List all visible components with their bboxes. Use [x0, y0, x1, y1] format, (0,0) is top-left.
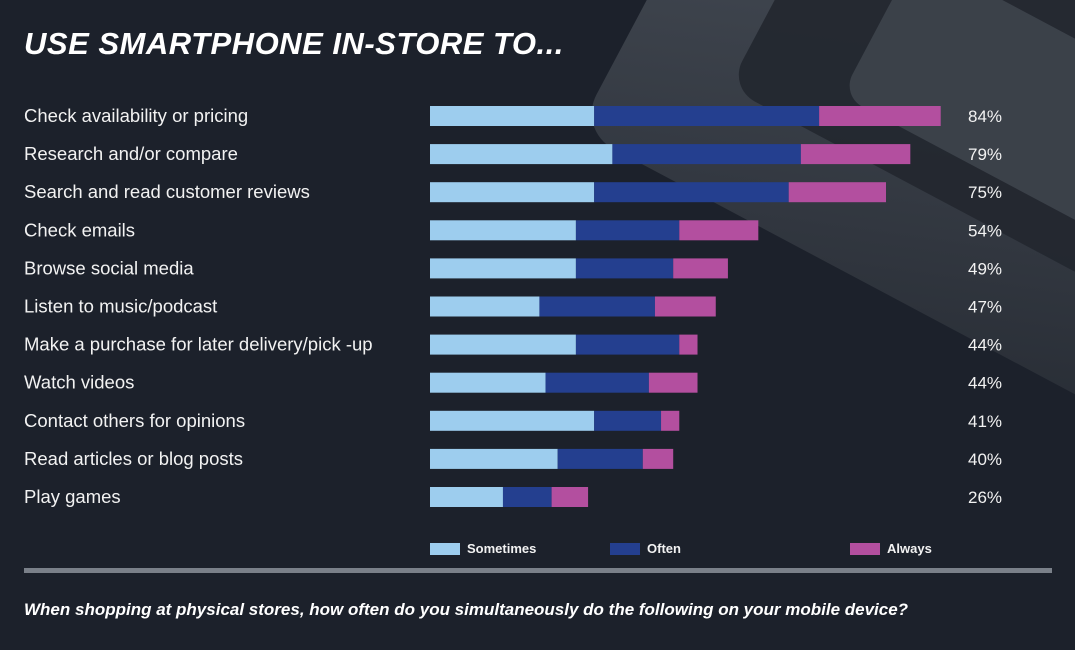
bar-segment-always — [648, 372, 698, 393]
bar-row-play-games: Play games 26% — [24, 486, 1002, 507]
legend-item-always: Always — [850, 541, 932, 556]
bar-segment-often — [594, 410, 662, 431]
legend-swatch — [850, 543, 880, 555]
category-label: Contact others for opinions — [24, 410, 245, 431]
bar-segment-sometimes — [430, 410, 595, 431]
total-value-label: 44% — [968, 336, 1002, 355]
legend-swatch — [610, 543, 640, 555]
category-label: Research and/or compare — [24, 143, 238, 164]
bar-segment-always — [679, 334, 698, 355]
bar-segment-sometimes — [430, 258, 576, 279]
total-value-label: 40% — [968, 450, 1002, 469]
stacked-bar-chart: Check availability or pricing 84% Research… — [24, 105, 1002, 556]
bar-segment-sometimes — [430, 220, 576, 241]
total-value-label: 26% — [968, 488, 1002, 507]
bar-segment-sometimes — [430, 182, 595, 203]
bar-segment-always — [788, 182, 886, 203]
bar-segment-sometimes — [430, 296, 540, 317]
chart-legend: Sometimes Often Always — [430, 541, 932, 556]
bar-segment-sometimes — [430, 487, 503, 507]
bar-segment-often — [557, 448, 643, 469]
bar-segment-always — [661, 410, 680, 431]
bar-segment-often — [502, 487, 552, 507]
bar-segment-often — [575, 220, 680, 241]
legend-swatch — [430, 543, 460, 555]
bar-segment-sometimes — [430, 144, 613, 165]
bar-segment-sometimes — [430, 106, 595, 126]
legend-label: Sometimes — [467, 541, 536, 556]
bar-segment-sometimes — [430, 372, 546, 393]
total-value-label: 41% — [968, 412, 1002, 431]
bar-segment-always — [551, 487, 589, 507]
bar-row-watch-videos: Watch videos 44% — [24, 372, 1002, 393]
category-label: Play games — [24, 486, 121, 507]
bar-row-research-and-or-compare: Research and/or compare 79% — [24, 143, 1002, 165]
category-label: Watch videos — [24, 372, 134, 393]
category-label: Read articles or blog posts — [24, 448, 243, 469]
survey-question: When shopping at physical stores, how of… — [24, 600, 909, 619]
bar-segment-often — [575, 334, 680, 355]
total-value-label: 47% — [968, 298, 1002, 317]
bar-segment-often — [612, 144, 801, 165]
bar-segment-always — [819, 106, 941, 126]
bar-segment-often — [594, 106, 820, 126]
bar-segment-always — [800, 144, 911, 165]
bar-segment-often — [545, 372, 649, 393]
bar-segment-always — [654, 296, 716, 317]
bar-segment-often — [575, 258, 674, 279]
divider — [24, 568, 1052, 573]
category-label: Make a purchase for later delivery/pick … — [24, 334, 373, 355]
category-label: Check availability or pricing — [24, 105, 248, 126]
total-value-label: 75% — [968, 183, 1002, 202]
bar-row-listen-to-music-podcast: Listen to music/podcast 47% — [24, 296, 1002, 317]
bar-row-search-and-read-customer-reviews: Search and read customer reviews 75% — [24, 181, 1002, 203]
total-value-label: 54% — [968, 221, 1002, 240]
bar-segment-sometimes — [430, 448, 558, 469]
chart-rows: Check availability or pricing 84% Research… — [24, 105, 1002, 507]
bar-segment-always — [642, 448, 674, 469]
bar-segment-sometimes — [430, 334, 576, 355]
bar-row-check-availability-or-pricing: Check availability or pricing 84% — [24, 105, 1002, 126]
bar-row-read-articles-or-blog-posts: Read articles or blog posts 40% — [24, 448, 1002, 469]
legend-label: Often — [647, 541, 681, 556]
bar-row-make-a-purchase-for-later-delivery-pick-up: Make a purchase for later delivery/pick … — [24, 334, 1002, 355]
category-label: Browse social media — [24, 257, 194, 278]
bar-row-check-emails: Check emails 54% — [24, 219, 1002, 241]
bar-segment-often — [539, 296, 655, 317]
total-value-label: 44% — [968, 374, 1002, 393]
bar-row-contact-others-for-opinions: Contact others for opinions 41% — [24, 410, 1002, 431]
total-value-label: 49% — [968, 259, 1002, 278]
bar-row-browse-social-media: Browse social media 49% — [24, 257, 1002, 279]
bar-segment-often — [594, 182, 789, 203]
category-label: Listen to music/podcast — [24, 296, 217, 317]
bar-segment-always — [679, 220, 759, 241]
category-label: Search and read customer reviews — [24, 181, 310, 202]
legend-label: Always — [887, 541, 932, 556]
bar-segment-always — [673, 258, 728, 279]
legend-item-often: Often — [610, 541, 681, 556]
total-value-label: 84% — [968, 107, 1002, 126]
category-label: Check emails — [24, 219, 135, 240]
total-value-label: 79% — [968, 145, 1002, 164]
legend-item-sometimes: Sometimes — [430, 541, 536, 556]
